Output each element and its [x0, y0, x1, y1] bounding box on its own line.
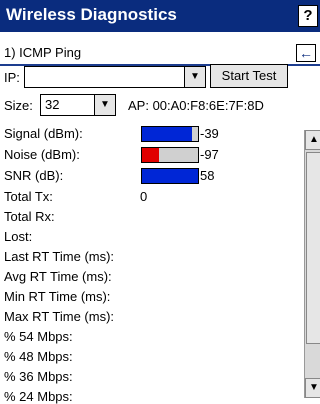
avg-rt-label: Avg RT Time (ms):	[4, 269, 112, 284]
title-bar: Wireless Diagnostics ?	[0, 0, 320, 32]
percent-36-label: % 36 Mbps:	[4, 369, 73, 384]
max-rt-label: Max RT Time (ms):	[4, 309, 115, 324]
dropdown-arrow-icon[interactable]: ▼	[94, 95, 115, 115]
dropdown-arrow-icon[interactable]: ▼	[184, 67, 205, 87]
snr-bar	[141, 168, 199, 184]
last-rt-label: Last RT Time (ms):	[4, 249, 115, 264]
help-button[interactable]: ?	[298, 5, 318, 27]
total-tx-label: Total Tx:	[4, 189, 53, 204]
percent-24-label: % 24 Mbps:	[4, 389, 73, 404]
noise-bar	[141, 147, 199, 163]
lost-label: Lost:	[4, 229, 33, 244]
snr-value: 58	[200, 168, 215, 183]
percent-54-label: % 54 Mbps:	[4, 329, 73, 344]
scroll-thumb[interactable]	[306, 152, 320, 344]
total-rx-label: Total Rx:	[4, 209, 55, 224]
size-value: 32	[45, 97, 60, 112]
noise-value: -97	[200, 147, 219, 162]
size-label: Size:	[4, 98, 33, 113]
vertical-scrollbar[interactable]: ▲ ▼	[304, 130, 320, 398]
test-mode-label: 1) ICMP Ping	[4, 45, 82, 60]
size-combobox[interactable]: 32 ▼	[40, 94, 116, 116]
scroll-down-icon[interactable]: ▼	[305, 378, 320, 398]
signal-value: -39	[200, 126, 219, 141]
scroll-up-icon[interactable]: ▲	[305, 130, 320, 150]
mode-bar: 1) ICMP Ping ←	[0, 42, 320, 66]
total-tx-value: 0	[140, 189, 148, 204]
ip-label: IP:	[4, 70, 20, 85]
ip-combobox[interactable]: ▼	[24, 66, 206, 88]
percent-48-label: % 48 Mbps:	[4, 349, 73, 364]
signal-bar	[141, 126, 199, 142]
noise-bar-fill	[142, 148, 159, 162]
noise-label: Noise (dBm):	[4, 147, 80, 162]
app-title: Wireless Diagnostics	[6, 5, 177, 24]
ap-address: AP: 00:A0:F8:6E:7F:8D	[128, 98, 264, 113]
signal-label: Signal (dBm):	[4, 126, 83, 141]
min-rt-label: Min RT Time (ms):	[4, 289, 111, 304]
snr-bar-fill	[142, 169, 198, 183]
back-arrow-icon[interactable]: ←	[296, 44, 316, 62]
signal-bar-fill	[142, 127, 193, 141]
snr-label: SNR (dB):	[4, 168, 64, 183]
start-test-button[interactable]: Start Test	[210, 64, 288, 88]
